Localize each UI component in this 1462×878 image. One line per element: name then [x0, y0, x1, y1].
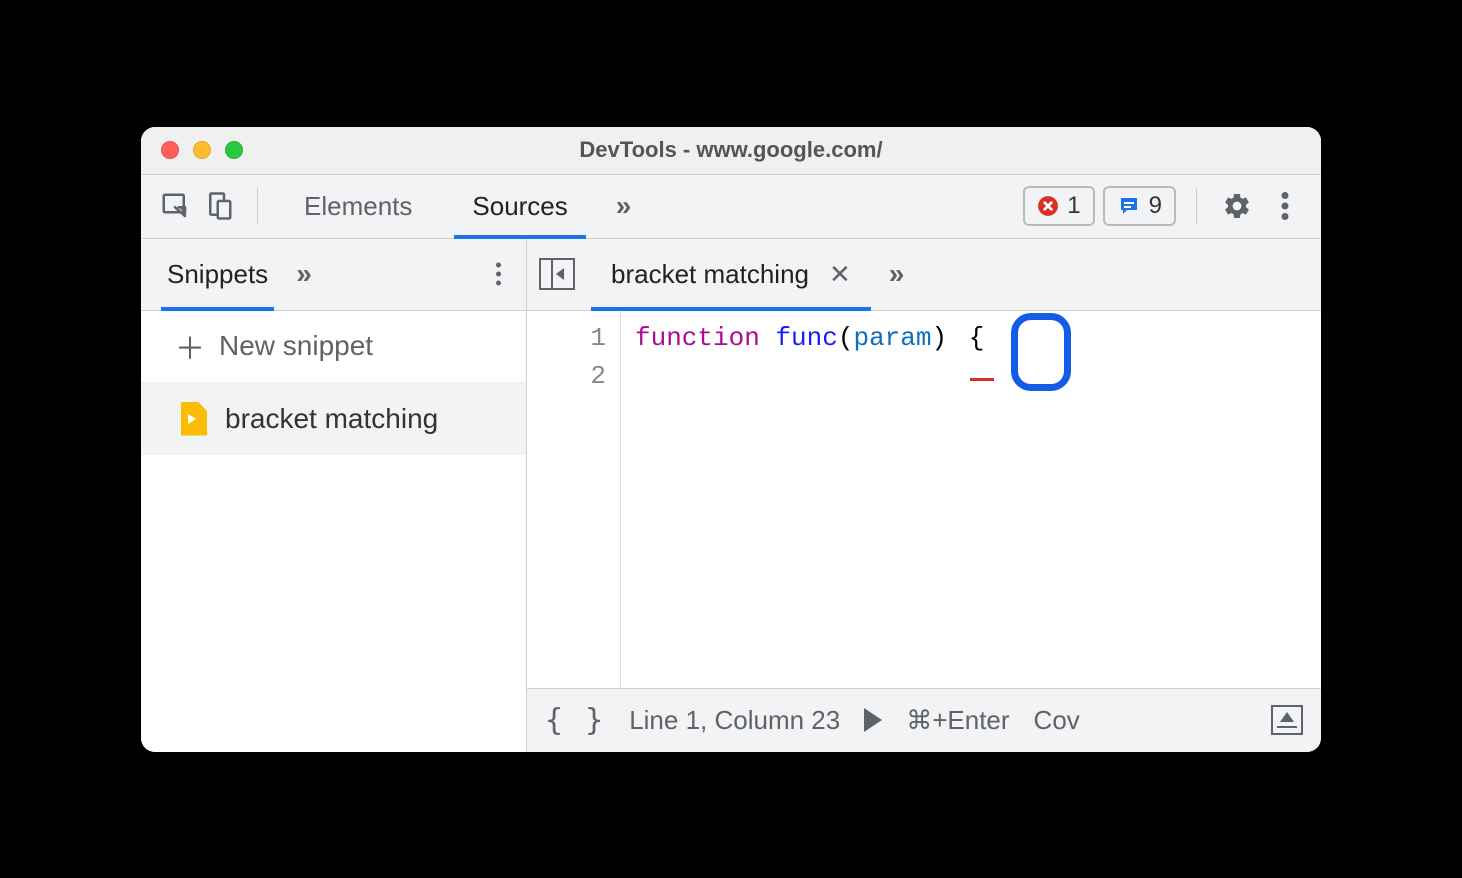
code-content[interactable]: function func(param) {	[621, 311, 1028, 688]
messages-badge[interactable]: 9	[1103, 186, 1176, 226]
devtools-window: DevTools - www.google.com/ Elements Sour…	[141, 127, 1321, 752]
snippet-file-name: bracket matching	[225, 403, 438, 435]
run-snippet-icon[interactable]	[864, 708, 882, 732]
toggle-drawer-icon[interactable]	[1271, 705, 1303, 735]
editor-tab-bracket-matching[interactable]: bracket matching ✕	[591, 239, 871, 310]
errors-badge[interactable]: 1	[1023, 186, 1094, 226]
inspect-element-icon[interactable]	[157, 188, 193, 224]
navigator-sidebar: Snippets » ＋ New snippet bracket matchin…	[141, 239, 527, 752]
sidebar-tabs: Snippets »	[141, 239, 526, 311]
device-toolbar-icon[interactable]	[201, 188, 237, 224]
snippet-file-row[interactable]: bracket matching	[141, 383, 526, 455]
messages-count: 9	[1149, 192, 1162, 220]
token-function-name: func	[775, 323, 837, 353]
errors-count: 1	[1067, 192, 1080, 220]
toolbar-divider	[1196, 188, 1197, 224]
minimize-window-button[interactable]	[193, 141, 211, 159]
toolbar-divider	[257, 188, 258, 224]
sidebar-more-tabs-icon[interactable]: »	[282, 258, 326, 290]
editor-tabs: bracket matching ✕ »	[527, 239, 1321, 311]
coverage-label[interactable]: Cov	[1034, 705, 1080, 736]
traffic-lights	[141, 141, 243, 159]
more-tabs-icon[interactable]: »	[602, 190, 646, 222]
token-open-brace: {	[963, 322, 991, 354]
new-snippet-button[interactable]: ＋ New snippet	[141, 311, 526, 383]
editor-more-tabs-icon[interactable]: »	[875, 258, 919, 290]
editor-pane: bracket matching ✕ » 1 2 function func(p…	[527, 239, 1321, 752]
editor-tab-label: bracket matching	[611, 259, 809, 290]
bracket-annotation-highlight	[1011, 313, 1071, 391]
close-tab-icon[interactable]: ✕	[829, 259, 851, 290]
line-number: 2	[527, 357, 606, 395]
more-options-icon[interactable]	[1265, 186, 1305, 226]
token-param: param	[853, 323, 931, 353]
code-editor[interactable]: 1 2 function func(param) {	[527, 311, 1321, 688]
token-close-paren: )	[931, 323, 947, 353]
token-keyword: function	[635, 323, 760, 353]
window-title: DevTools - www.google.com/	[141, 137, 1321, 163]
sidebar-tab-snippets[interactable]: Snippets	[153, 239, 282, 310]
plus-icon: ＋	[175, 324, 205, 368]
line-gutter: 1 2	[527, 311, 621, 688]
close-window-button[interactable]	[161, 141, 179, 159]
new-snippet-label: New snippet	[219, 330, 373, 362]
editor-statusbar: { } Line 1, Column 23 ⌘+Enter Cov	[527, 688, 1321, 752]
snippet-file-icon	[181, 402, 207, 436]
toggle-navigator-icon[interactable]	[539, 258, 575, 290]
settings-icon[interactable]	[1217, 186, 1257, 226]
pretty-print-icon[interactable]: { }	[545, 703, 605, 738]
error-underline-icon	[970, 378, 994, 381]
line-number: 1	[527, 319, 606, 357]
main-toolbar: Elements Sources » 1 9	[141, 175, 1321, 239]
maximize-window-button[interactable]	[225, 141, 243, 159]
sidebar-options-icon[interactable]	[482, 258, 514, 290]
code-line-1: function func(param) {	[635, 319, 1014, 357]
body-split: Snippets » ＋ New snippet bracket matchin…	[141, 239, 1321, 752]
cursor-position: Line 1, Column 23	[629, 705, 840, 736]
titlebar: DevTools - www.google.com/	[141, 127, 1321, 175]
tab-sources[interactable]: Sources	[446, 174, 593, 238]
code-line-2	[635, 357, 1014, 395]
token-open-paren: (	[838, 323, 854, 353]
tab-elements[interactable]: Elements	[278, 174, 438, 238]
run-shortcut-label: ⌘+Enter	[906, 705, 1009, 736]
